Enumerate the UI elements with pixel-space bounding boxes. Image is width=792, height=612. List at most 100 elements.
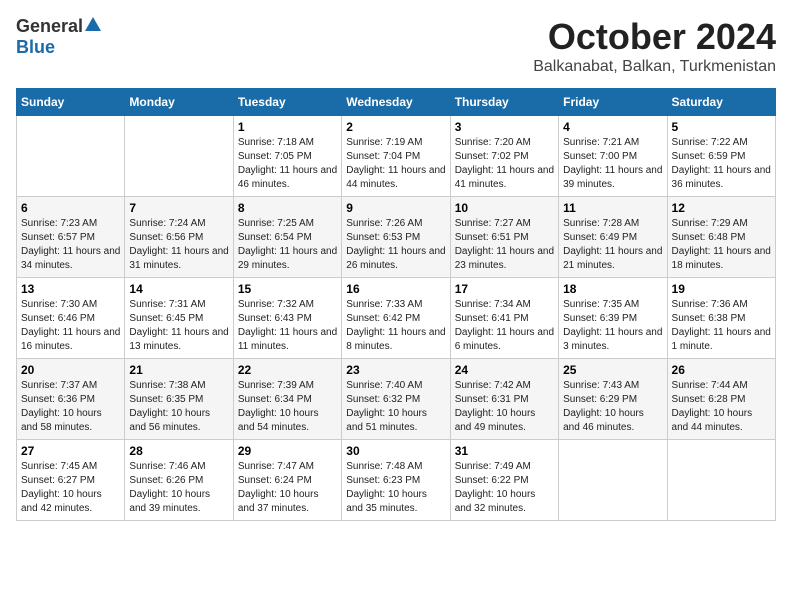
weekday-header-tuesday: Tuesday xyxy=(233,89,341,116)
day-number: 30 xyxy=(346,444,445,458)
day-number: 2 xyxy=(346,120,445,134)
weekday-header-thursday: Thursday xyxy=(450,89,558,116)
weekday-header-saturday: Saturday xyxy=(667,89,775,116)
weekday-header-monday: Monday xyxy=(125,89,233,116)
day-number: 6 xyxy=(21,201,120,215)
calendar-cell xyxy=(17,116,125,197)
calendar-cell: 18 Sunrise: 7:35 AMSunset: 6:39 PMDayligh… xyxy=(559,278,667,359)
day-number: 10 xyxy=(455,201,554,215)
calendar-cell: 21 Sunrise: 7:38 AMSunset: 6:35 PMDayligh… xyxy=(125,359,233,440)
calendar-cell: 31 Sunrise: 7:49 AMSunset: 6:22 PMDayligh… xyxy=(450,440,558,521)
day-info: Sunrise: 7:24 AMSunset: 6:56 PMDaylight:… xyxy=(129,217,228,273)
day-number: 8 xyxy=(238,201,337,215)
day-info: Sunrise: 7:19 AMSunset: 7:04 PMDaylight:… xyxy=(346,136,445,192)
day-info: Sunrise: 7:39 AMSunset: 6:34 PMDaylight:… xyxy=(238,379,337,435)
calendar-cell: 2 Sunrise: 7:19 AMSunset: 7:04 PMDaylight… xyxy=(342,116,450,197)
day-number: 22 xyxy=(238,363,337,377)
calendar-cell: 26Sunrise: 7:44 AMSunset: 6:28 PMDayligh… xyxy=(667,359,775,440)
calendar-cell: 27 Sunrise: 7:45 AMSunset: 6:27 PMDayligh… xyxy=(17,440,125,521)
day-number: 27 xyxy=(21,444,120,458)
calendar-cell: 15Sunrise: 7:32 AMSunset: 6:43 PMDayligh… xyxy=(233,278,341,359)
day-info: Sunrise: 7:43 AMSunset: 6:29 PMDaylight:… xyxy=(563,379,662,435)
page-header: General Blue October 2024 Balkanabat, Ba… xyxy=(16,16,776,76)
calendar-cell: 1 Sunrise: 7:18 AMSunset: 7:05 PMDaylight… xyxy=(233,116,341,197)
day-number: 11 xyxy=(563,201,662,215)
day-info: Sunrise: 7:21 AMSunset: 7:00 PMDaylight:… xyxy=(563,136,662,192)
calendar-cell: 5 Sunrise: 7:22 AMSunset: 6:59 PMDaylight… xyxy=(667,116,775,197)
day-info: Sunrise: 7:45 AMSunset: 6:27 PMDaylight:… xyxy=(21,460,120,516)
day-number: 12 xyxy=(672,201,771,215)
day-number: 31 xyxy=(455,444,554,458)
day-info: Sunrise: 7:22 AMSunset: 6:59 PMDaylight:… xyxy=(672,136,771,192)
calendar-cell: 10 Sunrise: 7:27 AMSunset: 6:51 PMDayligh… xyxy=(450,197,558,278)
calendar-cell: 22 Sunrise: 7:39 AMSunset: 6:34 PMDayligh… xyxy=(233,359,341,440)
calendar-table: SundayMondayTuesdayWednesdayThursdayFrid… xyxy=(16,88,776,521)
day-info: Sunrise: 7:49 AMSunset: 6:22 PMDaylight:… xyxy=(455,460,554,516)
calendar-cell: 20Sunrise: 7:37 AMSunset: 6:36 PMDayligh… xyxy=(17,359,125,440)
calendar-cell: 7 Sunrise: 7:24 AMSunset: 6:56 PMDaylight… xyxy=(125,197,233,278)
day-number: 20 xyxy=(21,363,120,377)
calendar-cell: 16Sunrise: 7:33 AMSunset: 6:42 PMDayligh… xyxy=(342,278,450,359)
day-number: 23 xyxy=(346,363,445,377)
location-title: Balkanabat, Balkan, Turkmenistan xyxy=(533,58,776,76)
day-number: 13 xyxy=(21,282,120,296)
calendar-cell: 11 Sunrise: 7:28 AMSunset: 6:49 PMDayligh… xyxy=(559,197,667,278)
day-info: Sunrise: 7:27 AMSunset: 6:51 PMDaylight:… xyxy=(455,217,554,273)
day-number: 15 xyxy=(238,282,337,296)
day-number: 17 xyxy=(455,282,554,296)
calendar-cell: 29Sunrise: 7:47 AMSunset: 6:24 PMDayligh… xyxy=(233,440,341,521)
day-number: 3 xyxy=(455,120,554,134)
calendar-cell: 14 Sunrise: 7:31 AMSunset: 6:45 PMDayligh… xyxy=(125,278,233,359)
day-number: 14 xyxy=(129,282,228,296)
calendar-cell: 8 Sunrise: 7:25 AMSunset: 6:54 PMDaylight… xyxy=(233,197,341,278)
day-info: Sunrise: 7:18 AMSunset: 7:05 PMDaylight:… xyxy=(238,136,337,192)
calendar-cell: 3 Sunrise: 7:20 AMSunset: 7:02 PMDaylight… xyxy=(450,116,558,197)
month-title: October 2024 xyxy=(533,16,776,58)
day-info: Sunrise: 7:35 AMSunset: 6:39 PMDaylight:… xyxy=(563,298,662,354)
day-number: 18 xyxy=(563,282,662,296)
weekday-header-sunday: Sunday xyxy=(17,89,125,116)
day-number: 19 xyxy=(672,282,771,296)
day-info: Sunrise: 7:46 AMSunset: 6:26 PMDaylight:… xyxy=(129,460,228,516)
calendar-cell: 23 Sunrise: 7:40 AMSunset: 6:32 PMDayligh… xyxy=(342,359,450,440)
logo: General Blue xyxy=(16,16,101,58)
day-number: 24 xyxy=(455,363,554,377)
logo-blue-text: Blue xyxy=(16,37,55,58)
day-number: 7 xyxy=(129,201,228,215)
day-info: Sunrise: 7:40 AMSunset: 6:32 PMDaylight:… xyxy=(346,379,445,435)
day-info: Sunrise: 7:36 AMSunset: 6:38 PMDaylight:… xyxy=(672,298,771,354)
weekday-header-friday: Friday xyxy=(559,89,667,116)
day-number: 5 xyxy=(672,120,771,134)
day-info: Sunrise: 7:38 AMSunset: 6:35 PMDaylight:… xyxy=(129,379,228,435)
calendar-cell: 19 Sunrise: 7:36 AMSunset: 6:38 PMDayligh… xyxy=(667,278,775,359)
day-info: Sunrise: 7:47 AMSunset: 6:24 PMDaylight:… xyxy=(238,460,337,516)
day-info: Sunrise: 7:48 AMSunset: 6:23 PMDaylight:… xyxy=(346,460,445,516)
logo-general-text: General xyxy=(16,16,83,37)
day-info: Sunrise: 7:29 AMSunset: 6:48 PMDaylight:… xyxy=(672,217,771,273)
calendar-cell: 24 Sunrise: 7:42 AMSunset: 6:31 PMDayligh… xyxy=(450,359,558,440)
logo-triangle-icon xyxy=(85,17,101,36)
day-info: Sunrise: 7:28 AMSunset: 6:49 PMDaylight:… xyxy=(563,217,662,273)
day-number: 9 xyxy=(346,201,445,215)
day-info: Sunrise: 7:26 AMSunset: 6:53 PMDaylight:… xyxy=(346,217,445,273)
day-number: 21 xyxy=(129,363,228,377)
day-info: Sunrise: 7:31 AMSunset: 6:45 PMDaylight:… xyxy=(129,298,228,354)
calendar-cell: 4Sunrise: 7:21 AMSunset: 7:00 PMDaylight… xyxy=(559,116,667,197)
calendar-cell xyxy=(125,116,233,197)
day-number: 16 xyxy=(346,282,445,296)
day-info: Sunrise: 7:23 AMSunset: 6:57 PMDaylight:… xyxy=(21,217,120,273)
calendar-cell: 13 Sunrise: 7:30 AMSunset: 6:46 PMDayligh… xyxy=(17,278,125,359)
day-info: Sunrise: 7:34 AMSunset: 6:41 PMDaylight:… xyxy=(455,298,554,354)
day-info: Sunrise: 7:44 AMSunset: 6:28 PMDaylight:… xyxy=(672,379,771,435)
day-info: Sunrise: 7:42 AMSunset: 6:31 PMDaylight:… xyxy=(455,379,554,435)
day-info: Sunrise: 7:20 AMSunset: 7:02 PMDaylight:… xyxy=(455,136,554,192)
calendar-cell: 9 Sunrise: 7:26 AMSunset: 6:53 PMDaylight… xyxy=(342,197,450,278)
calendar-cell xyxy=(667,440,775,521)
calendar-cell: 30 Sunrise: 7:48 AMSunset: 6:23 PMDayligh… xyxy=(342,440,450,521)
day-info: Sunrise: 7:25 AMSunset: 6:54 PMDaylight:… xyxy=(238,217,337,273)
day-number: 1 xyxy=(238,120,337,134)
calendar-cell: 25Sunrise: 7:43 AMSunset: 6:29 PMDayligh… xyxy=(559,359,667,440)
weekday-header-wednesday: Wednesday xyxy=(342,89,450,116)
day-info: Sunrise: 7:30 AMSunset: 6:46 PMDaylight:… xyxy=(21,298,120,354)
calendar-cell: 28Sunrise: 7:46 AMSunset: 6:26 PMDayligh… xyxy=(125,440,233,521)
